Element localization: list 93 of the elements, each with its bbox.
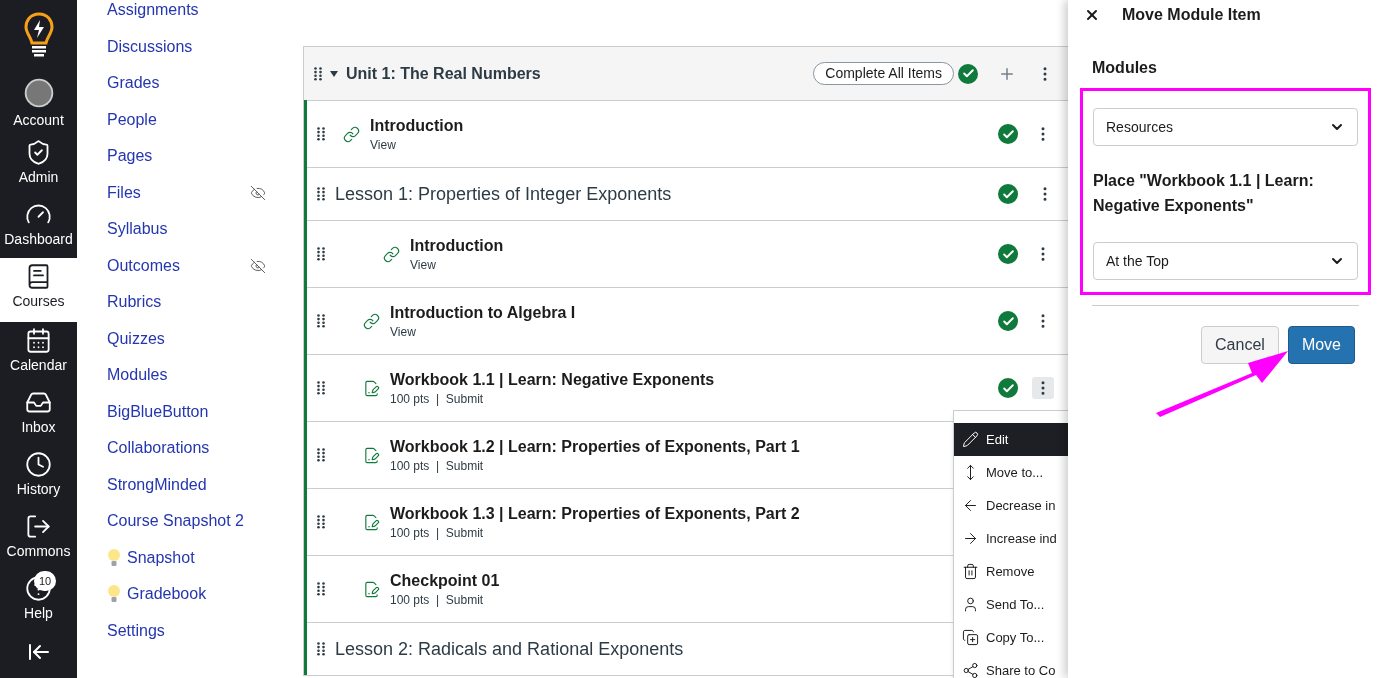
- link-icon: [343, 125, 360, 143]
- drag-handle-icon[interactable]: [317, 247, 325, 261]
- trash-icon: [962, 563, 979, 580]
- item-details: View: [390, 323, 416, 341]
- item-title[interactable]: Introduction to Algebra I: [390, 301, 576, 323]
- course-nav-link[interactable]: Syllabus: [107, 217, 168, 242]
- item-title[interactable]: Workbook 1.1 | Learn: Negative Exponents: [390, 368, 715, 390]
- more-options-icon[interactable]: [1032, 377, 1054, 399]
- right-arrow-icon: [962, 530, 979, 547]
- nav-item[interactable]: Admin: [0, 134, 77, 196]
- course-nav-link[interactable]: Outcomes: [107, 253, 180, 278]
- complete-all-button[interactable]: Complete All Items: [813, 62, 954, 85]
- lesson-heading: Lesson 2: Radicals and Rational Exponents: [335, 637, 684, 661]
- item-title[interactable]: Workbook 1.2 | Learn: Properties of Exponents, Part 1: [390, 435, 800, 457]
- move-button[interactable]: Move: [1287, 326, 1355, 364]
- person-icon: [962, 596, 979, 613]
- lightbulb-icon: [107, 584, 121, 605]
- link-icon: [383, 245, 400, 263]
- course-nav-link[interactable]: Snapshot: [107, 545, 195, 570]
- assignment-icon: [363, 446, 380, 464]
- nav-item[interactable]: Inbox: [0, 384, 77, 446]
- menu-item[interactable]: Increase ind: [954, 522, 1068, 555]
- course-nav-link[interactable]: Discussions: [107, 34, 193, 59]
- left-arrow-icon: [962, 497, 979, 514]
- course-nav-link[interactable]: Pages: [107, 144, 153, 169]
- item-details: 100 pts | Submit: [390, 390, 484, 408]
- nav-item[interactable]: History: [0, 446, 77, 508]
- item-details: View: [370, 136, 396, 154]
- menu-item[interactable]: Remove: [954, 555, 1068, 588]
- link-icon: [363, 312, 380, 330]
- item-details: View: [410, 256, 436, 274]
- module-select[interactable]: Resources: [1093, 108, 1358, 146]
- course-nav-link[interactable]: Assignments: [107, 0, 199, 23]
- menu-item[interactable]: Edit: [954, 423, 1068, 456]
- menu-item[interactable]: Move to...: [954, 456, 1068, 489]
- menu-item[interactable]: Send To...: [954, 588, 1068, 621]
- drag-handle-icon[interactable]: [317, 381, 325, 395]
- lesson-heading: Lesson 1: Properties of Integer Exponents: [335, 182, 672, 206]
- nav-item[interactable]: Courses: [0, 258, 77, 322]
- assignment-icon: [363, 580, 380, 598]
- close-icon[interactable]: [1084, 7, 1100, 23]
- menu-item[interactable]: Copy To...: [954, 621, 1068, 654]
- item-details: 100 pts | Submit: [390, 591, 484, 609]
- drag-handle-icon[interactable]: [317, 515, 325, 529]
- drag-handle-icon[interactable]: [314, 66, 322, 81]
- course-nav-link[interactable]: Quizzes: [107, 326, 165, 351]
- nav-item[interactable]: Help 10: [0, 570, 77, 632]
- lightbulb-icon: [107, 547, 121, 568]
- copy-icon: [962, 629, 979, 646]
- course-nav-link[interactable]: Gradebook: [107, 582, 207, 607]
- position-select[interactable]: At the Top: [1093, 242, 1358, 280]
- lightbulb-logo[interactable]: [23, 12, 54, 58]
- drag-handle-icon[interactable]: [317, 582, 325, 596]
- drag-handle-icon[interactable]: [317, 448, 325, 462]
- nav-item[interactable]: Commons: [0, 508, 77, 570]
- course-nav-link[interactable]: Settings: [107, 618, 165, 643]
- place-label: Place "Workbook 1.1 | Learn: Negative Exponents": [1093, 171, 1315, 216]
- drag-handle-icon[interactable]: [317, 187, 325, 201]
- menu-item[interactable]: Share to Co: [954, 654, 1068, 678]
- drag-handle-icon[interactable]: [317, 127, 325, 141]
- item-details: 100 pts | Submit: [390, 524, 484, 542]
- clock-icon: [25, 451, 52, 478]
- course-nav-link[interactable]: Collaborations: [107, 436, 210, 461]
- course-nav-link[interactable]: Files: [107, 180, 141, 205]
- notification-badge: 10: [34, 571, 57, 591]
- course-nav-link[interactable]: Course Snapshot 2: [107, 509, 244, 534]
- modules-label: Modules: [1092, 58, 1158, 78]
- course-nav-link[interactable]: StrongMinded: [107, 472, 207, 497]
- nav-item[interactable]: Calendar: [0, 322, 77, 384]
- tray-title: Move Module Item: [1122, 5, 1261, 25]
- item-title[interactable]: Introduction: [370, 114, 464, 136]
- course-nav-link[interactable]: Modules: [107, 363, 168, 388]
- nav-item[interactable]: Dashboard: [0, 196, 77, 258]
- caret-icon[interactable]: [330, 70, 338, 77]
- pencil-icon: [962, 431, 979, 448]
- drag-handle-icon[interactable]: [317, 314, 325, 328]
- calendar-icon: [25, 327, 52, 354]
- course-nav-link[interactable]: BigBlueButton: [107, 399, 209, 424]
- cancel-button[interactable]: Cancel: [1201, 326, 1279, 364]
- menu-item[interactable]: Decrease in: [954, 489, 1068, 522]
- nav-item[interactable]: Account: [0, 72, 77, 134]
- item-title[interactable]: Introduction: [410, 234, 504, 256]
- course-nav-link[interactable]: Grades: [107, 71, 160, 96]
- share-icon: [962, 662, 979, 678]
- assignment-icon: [363, 513, 380, 531]
- item-title[interactable]: Workbook 1.3 | Learn: Properties of Exponents, Part 2: [390, 502, 800, 524]
- assignment-icon: [363, 379, 380, 397]
- course-nav-link[interactable]: People: [107, 107, 157, 132]
- drag-handle-icon[interactable]: [317, 642, 325, 656]
- course-nav-link[interactable]: Rubrics: [107, 290, 162, 315]
- module-title: Unit 1: The Real Numbers: [346, 63, 542, 84]
- item-title[interactable]: Checkpoint 01: [390, 569, 500, 591]
- item-details: 100 pts | Submit: [390, 457, 484, 475]
